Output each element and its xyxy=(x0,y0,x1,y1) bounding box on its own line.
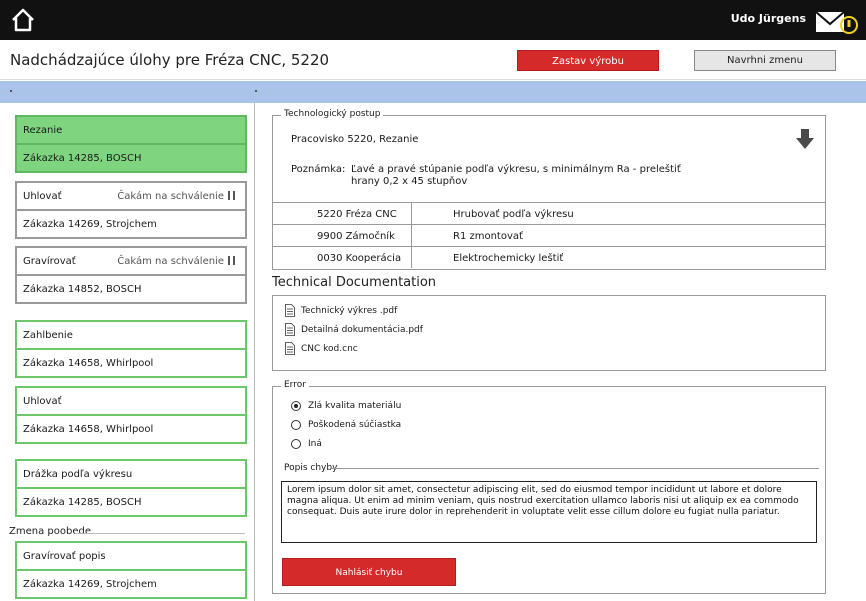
file-icon xyxy=(285,323,295,336)
divider xyxy=(331,468,819,469)
page-title: Nadchádzajúce úlohy pre Fréza CNC, 5220 xyxy=(10,51,330,69)
pending-status: Čakám na schválenie xyxy=(117,191,235,202)
strip-marker xyxy=(255,90,257,92)
task-order-row[interactable]: Zákazka 14285, BOSCH xyxy=(15,143,247,173)
task-order: Zákazka 14285, BOSCH xyxy=(23,152,142,164)
task-name: Drážka podľa výkresu xyxy=(23,468,133,480)
stop-production-button[interactable]: Zastav výrobu xyxy=(517,50,659,71)
report-error-button[interactable]: Nahlásiť chybu xyxy=(282,558,456,586)
user-name[interactable]: Udo Jürgens xyxy=(731,12,806,25)
task-list: Zmena poobede Rezanie Zákazka 14285, BOSC… xyxy=(0,103,255,601)
note-text: hrany 0,2 x 45 stupňov xyxy=(351,176,468,187)
strip-marker xyxy=(10,90,12,92)
task-order-row[interactable]: Zákazka 14285, BOSCH xyxy=(15,487,247,517)
station-cell: 9900 Zámočník xyxy=(317,231,395,242)
error-option-label: Poškodená súčiastka xyxy=(308,420,402,430)
arrow-down-icon[interactable] xyxy=(795,128,815,150)
tech-procedure-panel: Technologický postup Pracovisko 5220, Re… xyxy=(272,109,826,270)
file-icon xyxy=(285,304,295,317)
radio-button[interactable] xyxy=(291,420,301,430)
mail-notification-icon[interactable] xyxy=(814,8,858,36)
pending-status-text: Čakám na schválenie xyxy=(117,190,224,202)
error-option-label: Iná xyxy=(308,439,322,449)
error-option[interactable]: Poškodená súčiastka xyxy=(291,420,401,430)
table-row: 5220 Fréza CNC Hrubovať podľa výkresu xyxy=(273,202,825,224)
document-name: CNC kod.cnc xyxy=(301,343,358,354)
file-icon xyxy=(285,342,295,355)
pause-icon[interactable] xyxy=(228,191,235,200)
home-icon[interactable] xyxy=(10,7,36,33)
operations-table: 5220 Fréza CNC Hrubovať podľa výkresu 9900… xyxy=(273,202,825,268)
task-name: Uhlovať xyxy=(23,190,62,202)
operation-cell: R1 zmontovať xyxy=(453,231,523,242)
station-cell: 5220 Fréza CNC xyxy=(317,209,397,220)
tech-procedure-legend: Technologický postup xyxy=(281,109,384,119)
error-option[interactable]: Zlá kvalita materiálu xyxy=(291,401,401,411)
task-order-row[interactable]: Zákazka 14269, Strojchem xyxy=(15,209,247,239)
task-order: Zákazka 14852, BOSCH xyxy=(23,283,142,295)
task-name-row[interactable]: Gravírovať Čakám na schválenie xyxy=(15,246,247,276)
task-name-row[interactable]: Zahlbenie xyxy=(15,320,247,350)
error-legend: Error xyxy=(281,380,309,390)
task-name: Gravírovať popis xyxy=(23,550,106,562)
task-name: Gravírovať xyxy=(23,255,76,267)
pending-status-text: Čakám na schválenie xyxy=(117,255,224,267)
task-order-row[interactable]: Zákazka 14658, Whirlpool xyxy=(15,348,247,378)
task-order: Zákazka 14658, Whirlpool xyxy=(23,357,154,369)
radio-button[interactable] xyxy=(291,439,301,449)
task-name-row[interactable]: Uhlovať Čakám na schválenie xyxy=(15,181,247,211)
error-description-input[interactable]: Lorem ipsum dolor sit amet, consectetur … xyxy=(281,481,817,543)
task-name: Uhlovať xyxy=(23,395,62,407)
note-text: Ľavé a pravé stúpanie podľa výkresu, s m… xyxy=(351,164,681,175)
documentation-title: Technical Documentation xyxy=(272,275,437,290)
document-name: Detailná dokumentácia.pdf xyxy=(301,324,423,335)
task-name: Rezanie xyxy=(23,124,63,136)
documentation-panel: Technický výkres .pdf Detailná dokumentác… xyxy=(272,295,826,371)
table-row: 0030 Kooperácia Elektrochemicky leštiť xyxy=(273,246,825,268)
note-label: Poznámka: xyxy=(291,164,346,175)
radio-button[interactable] xyxy=(291,401,301,411)
task-name-row[interactable]: Uhlovať xyxy=(15,386,247,416)
station-cell: 0030 Kooperácia xyxy=(317,253,402,264)
pending-status: Čakám na schválenie xyxy=(117,256,235,267)
task-order: Zákazka 14658, Whirlpool xyxy=(23,423,154,435)
suggest-change-button[interactable]: Navrhni zmenu xyxy=(694,50,836,71)
error-option-label: Zlá kvalita materiálu xyxy=(308,401,402,411)
task-name: Zahlbenie xyxy=(23,329,73,341)
task-name-row[interactable]: Gravírovať popis xyxy=(15,541,247,571)
error-panel: Error Popis chyby Lorem ipsum dolor sit … xyxy=(272,380,826,594)
task-order-row[interactable]: Zákazka 14269, Strojchem xyxy=(15,569,247,599)
afternoon-shift-label: Zmena poobede xyxy=(6,526,94,537)
task-name-row[interactable]: Drážka podľa výkresu xyxy=(15,459,247,489)
task-order: Zákazka 14285, BOSCH xyxy=(23,496,142,508)
workplace: Pracovisko 5220, Rezanie xyxy=(291,134,419,145)
section-strip xyxy=(0,81,866,103)
operation-cell: Hrubovať podľa výkresu xyxy=(453,209,574,220)
task-order-row[interactable]: Zákazka 14852, BOSCH xyxy=(15,274,247,304)
document-link[interactable]: Detailná dokumentácia.pdf xyxy=(285,323,423,336)
pause-icon[interactable] xyxy=(228,256,235,265)
operation-cell: Elektrochemicky leštiť xyxy=(453,253,564,264)
task-order: Zákazka 14269, Strojchem xyxy=(23,218,157,230)
task-name-row[interactable]: Rezanie xyxy=(15,115,247,145)
error-option[interactable]: Iná xyxy=(291,439,322,449)
task-detail: Technologický postup Pracovisko 5220, Re… xyxy=(262,103,866,601)
task-order: Zákazka 14269, Strojchem xyxy=(23,578,157,590)
divider xyxy=(75,533,245,534)
document-name: Technický výkres .pdf xyxy=(301,305,398,316)
title-bar: Nadchádzajúce úlohy pre Fréza CNC, 5220 … xyxy=(0,40,866,80)
top-bar: Udo Jürgens xyxy=(0,0,866,40)
document-link[interactable]: Technický výkres .pdf xyxy=(285,304,397,317)
document-link[interactable]: CNC kod.cnc xyxy=(285,342,358,355)
table-row: 9900 Zámočník R1 zmontovať xyxy=(273,224,825,246)
task-order-row[interactable]: Zákazka 14658, Whirlpool xyxy=(15,414,247,444)
divider xyxy=(411,202,412,268)
